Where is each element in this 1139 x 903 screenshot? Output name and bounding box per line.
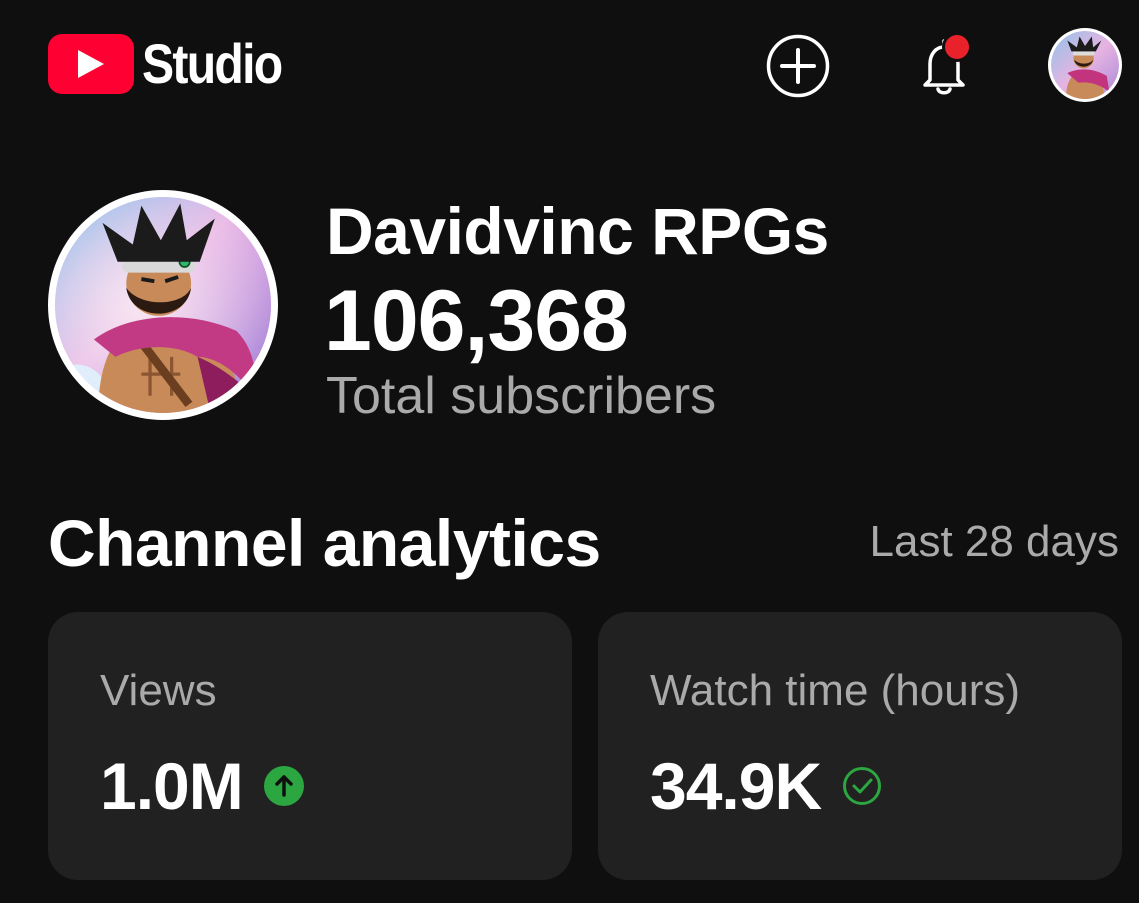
views-label: Views [100,666,217,715]
analytics-title: Channel analytics [48,506,601,580]
channel-avatar[interactable] [48,190,278,420]
account-avatar[interactable] [1048,28,1122,102]
top-app-bar: Studio [0,0,1139,130]
views-value: 1.0M [100,749,244,823]
youtube-studio-logo[interactable]: Studio [48,34,304,94]
plus-circle-icon [766,34,830,98]
create-button[interactable] [766,34,830,98]
logo-text: Studio [142,32,283,95]
check-circle-icon [841,765,883,807]
notifications-button[interactable] [908,30,980,102]
subscriber-count: 106,368 [324,273,629,369]
watch-time-card[interactable]: Watch time (hours) 34.9K [598,612,1122,880]
views-card[interactable]: Views 1.0M [48,612,572,880]
arrow-up-circle-icon [263,765,305,807]
notification-dot [942,32,972,62]
watch-time-value: 34.9K [650,749,822,823]
analytics-period[interactable]: Last 28 days [870,515,1120,569]
youtube-play-icon [48,34,134,94]
channel-name: Davidvinc RPGs [326,194,829,268]
subscriber-label: Total subscribers [326,367,717,425]
watch-time-label: Watch time (hours) [650,666,1021,715]
